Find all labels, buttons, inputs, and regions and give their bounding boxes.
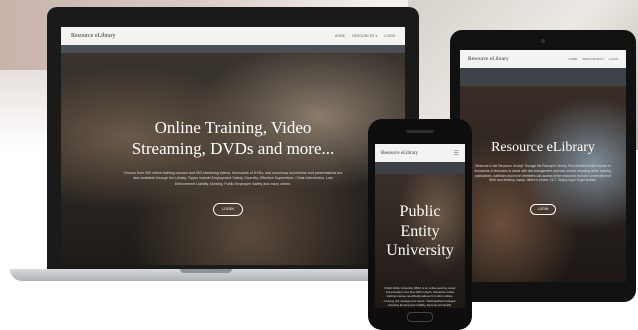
tablet-camera [541,39,545,43]
phone-speaker [406,130,434,133]
phone-device: Resource eLibrary ☰ Public Entity Univer… [368,119,472,330]
hero-title-line1: Online Training, Video [154,118,312,137]
phone-title-line2: Entity [400,222,440,240]
phone-navbar: Resource eLibrary ☰ [375,144,465,162]
phone-home-button[interactable] [407,312,433,322]
tablet-nav-home[interactable]: HOME [568,57,577,61]
laptop-device: Resource eLibrary HOME RESOURCES ▾ LOGIN… [47,7,419,269]
laptop-navbar: Resource eLibrary HOME RESOURCES ▾ LOGIN [61,27,405,45]
phone-title-line3: University [386,242,454,260]
tablet-subheader [460,68,626,86]
laptop-base [10,269,402,281]
tablet-nav-login[interactable]: LOGIN [609,57,618,61]
tablet-hero: Resource eLibrary Welcome to the Resourc… [460,86,626,282]
phone-subheader [375,162,465,174]
tablet-brand[interactable]: Resource eLibrary [468,56,509,62]
tablet-hero-text: Welcome to the Resource Library! Through… [474,164,612,183]
hamburger-menu-icon[interactable]: ☰ [454,150,459,157]
tablet-menu: HOME RESOURCES ▾ LOGIN [568,57,618,61]
tablet-nav-resources[interactable]: RESOURCES ▾ [582,57,603,61]
phone-brand[interactable]: Resource eLibrary [381,151,418,156]
hero-title-line2: Streaming, DVDs and more... [131,139,335,159]
tablet-screen: Resource eLibrary HOME RESOURCES ▾ LOGIN… [460,50,626,282]
nav-resources[interactable]: RESOURCES ▾ [352,34,377,38]
laptop-brand[interactable]: Resource eLibrary [71,33,115,39]
phone-hero-title: Public Entity University [375,202,465,261]
laptop-hero-title: Online Training, Video Streaming, DVDs a… [61,117,405,160]
laptop-notch [180,269,232,273]
phone-hero: Public Entity University Public Entity U… [375,174,465,308]
tablet-login-button[interactable]: LOGIN [530,204,556,215]
tablet-hero-title: Resource eLibrary [491,140,595,155]
phone-screen: Resource eLibrary ☰ Public Entity Univer… [375,144,465,308]
phone-hero-text: Public Entity University (PEU) is an onl… [383,286,457,308]
laptop-subheader [61,45,405,53]
tablet-device: Resource eLibrary HOME RESOURCES ▾ LOGIN… [450,30,636,302]
laptop-login-button[interactable]: LOGIN [213,203,243,216]
laptop-screen: Resource eLibrary HOME RESOURCES ▾ LOGIN… [61,27,405,265]
nav-login[interactable]: LOGIN [384,34,395,38]
tablet-navbar: Resource eLibrary HOME RESOURCES ▾ LOGIN [460,50,626,68]
phone-title-line1: Public [399,203,441,220]
laptop-menu: HOME RESOURCES ▾ LOGIN [335,34,395,38]
laptop-hero: Online Training, Video Streaming, DVDs a… [61,53,405,265]
nav-home[interactable]: HOME [335,34,346,38]
laptop-hero-text: Choose from 300 online training courses … [123,171,343,186]
